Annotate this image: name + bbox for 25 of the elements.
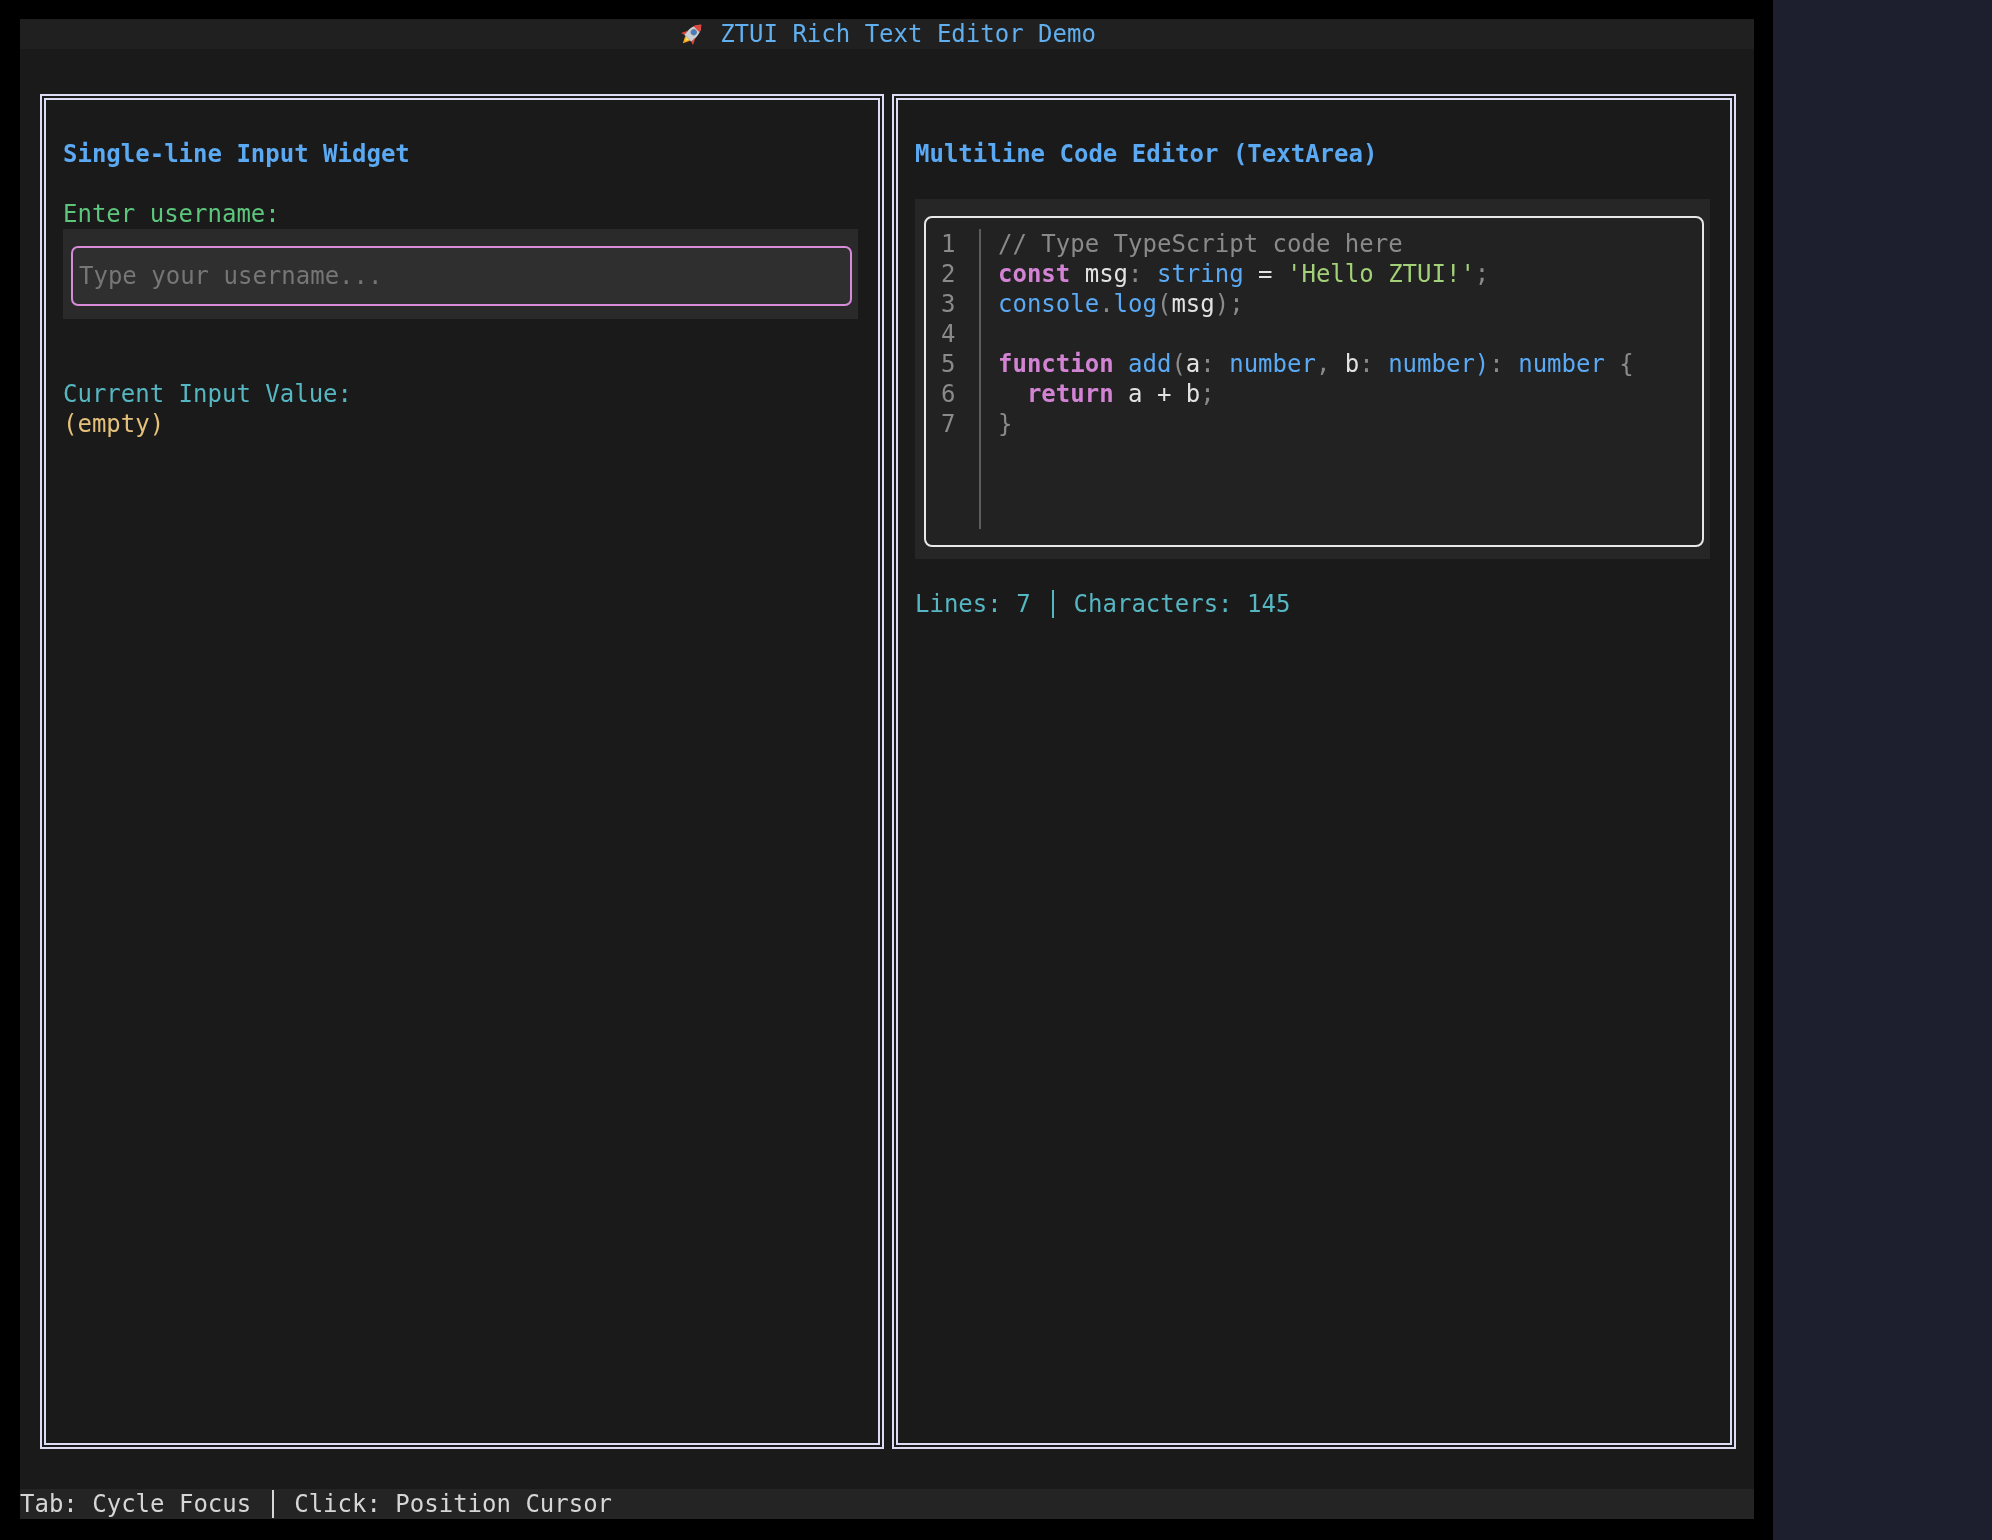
status-hint: Click: Position Cursor [294, 1489, 613, 1519]
line-number: 7 [941, 409, 956, 439]
code-line: const msg: string = 'Hello ZTUI!'; [998, 259, 1490, 289]
code-editor[interactable]: 1 2 3 4 5 6 7 // Type TypeScript code here const msg: string = 'Hello ZTUI!'; console.log(msg); function add(a: number, b: number): number { return a + b; } [924, 216, 1704, 547]
code-line: console.log(msg); [998, 289, 1244, 319]
value-label: Current Input Value: [63, 379, 352, 409]
line-number: 2 [941, 259, 956, 289]
line-number: 1 [941, 229, 956, 259]
line-number: 3 [941, 289, 956, 319]
code-line: return a + b; [1025, 379, 1215, 409]
code-line: } [998, 409, 1013, 439]
status-hint: Tab: Cycle Focus [20, 1489, 252, 1519]
stat-text: Lines: 7 [915, 589, 1031, 619]
line-number: 5 [941, 349, 956, 379]
value-text: (empty) [63, 409, 165, 439]
line-number: 4 [941, 319, 956, 349]
line-number: 6 [941, 379, 956, 409]
panel-title: Single-line Input Widget [63, 139, 410, 169]
text-input[interactable]: Type your username... [71, 246, 852, 306]
panel-title: Multiline Code Editor (TextArea) [915, 139, 1378, 169]
field-label: Enter username: [63, 199, 280, 229]
code-line: function add(a: number, b: number): number { [998, 349, 1634, 379]
window-title: ZTUI Rich Text Editor Demo [720, 19, 1096, 49]
stat-text: Characters: 145 [1073, 589, 1291, 619]
code-line: // Type TypeScript code here [998, 229, 1403, 259]
